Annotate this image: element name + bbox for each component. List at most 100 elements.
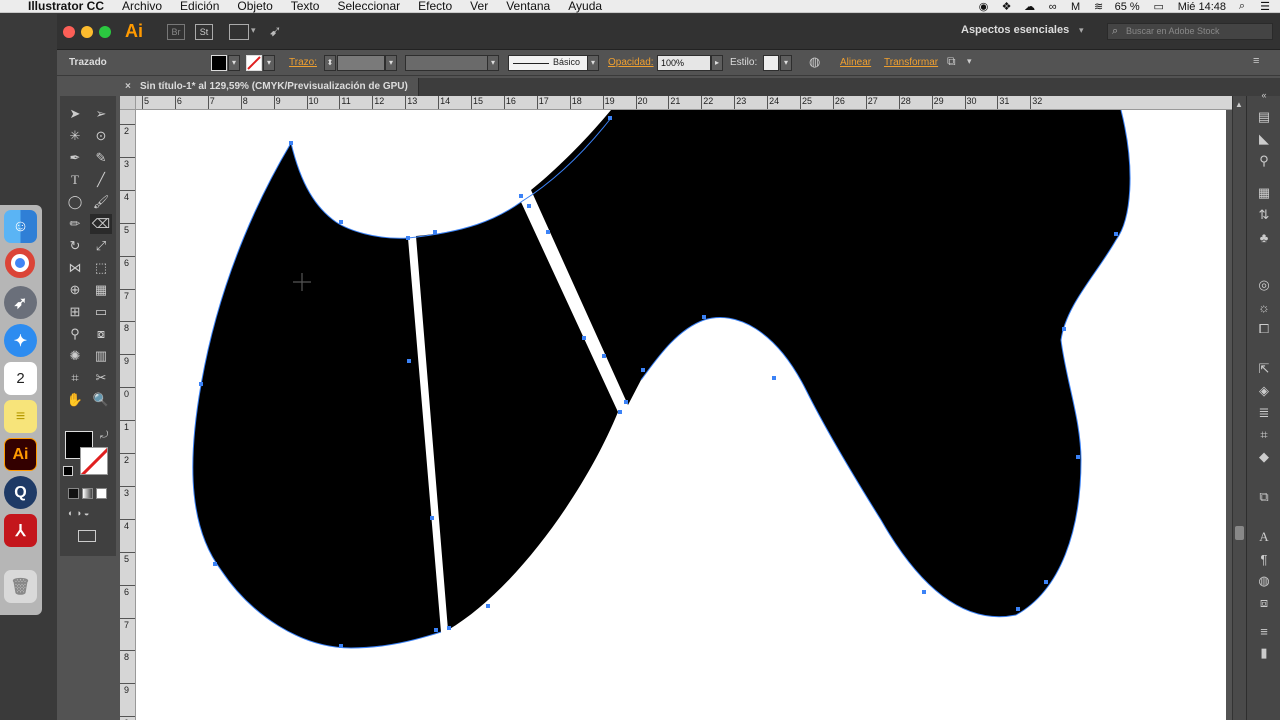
brush-dropdown[interactable]: ▾: [587, 55, 599, 71]
variable-width-profile[interactable]: [405, 55, 499, 71]
symbol-sprayer-icon[interactable]: ✺: [64, 346, 86, 366]
safari-icon[interactable]: ✦: [4, 324, 37, 357]
opentype-icon[interactable]: ◍: [1255, 572, 1273, 590]
lasso-icon[interactable]: ⊙: [90, 126, 112, 146]
recolor-artwork-icon[interactable]: ◍: [809, 54, 820, 70]
minimize-window-button[interactable]: [81, 26, 93, 38]
calendar-icon[interactable]: 2: [4, 362, 37, 395]
slice-tool-icon[interactable]: ✂: [90, 368, 112, 388]
stock-button[interactable]: St: [195, 24, 213, 40]
scroll-thumb[interactable]: [1235, 526, 1244, 540]
chrome-icon[interactable]: [5, 248, 35, 278]
swap-colors-icon[interactable]: ⤾: [100, 430, 108, 441]
fill-swatch[interactable]: [211, 55, 227, 71]
style-swatch[interactable]: [763, 55, 779, 71]
creative-cloud-icon[interactable]: ∞: [1046, 1, 1060, 13]
gradient-tool-icon[interactable]: ▭: [90, 302, 112, 322]
type-tool-icon[interactable]: T: [64, 170, 86, 190]
battery-icon[interactable]: ▭: [1149, 1, 1169, 13]
curvature-tool-icon[interactable]: ✎: [90, 148, 112, 168]
clock[interactable]: Mié 14:48: [1178, 1, 1226, 13]
menu-illustrator[interactable]: Illustrator CC: [18, 0, 113, 13]
club-icon[interactable]: ♣: [1255, 228, 1273, 246]
width-profile-dropdown[interactable]: ▾: [487, 55, 499, 71]
battery-percent[interactable]: 65 %: [1115, 1, 1140, 13]
vertical-ruler[interactable]: 2345678901234567890: [120, 110, 136, 720]
align-link[interactable]: Alinear: [840, 55, 871, 71]
scroll-up-icon[interactable]: ▲: [1235, 100, 1243, 109]
vertical-scrollbar[interactable]: ▲: [1232, 96, 1246, 720]
width-tool-icon[interactable]: ⋈: [64, 258, 86, 278]
layers-icon[interactable]: ◆: [1255, 448, 1273, 466]
menu-edicion[interactable]: Edición: [171, 0, 228, 13]
cloud-icon[interactable]: ☁: [1023, 1, 1037, 13]
dropbox-icon[interactable]: ❖: [1000, 1, 1014, 13]
stroke-panel-icon[interactable]: ◎: [1255, 276, 1273, 294]
hand-tool-icon[interactable]: ✋: [64, 390, 86, 410]
menu-seleccionar[interactable]: Seleccionar: [328, 0, 409, 13]
mail-icon[interactable]: M: [1069, 1, 1083, 13]
workspace-switcher[interactable]: Aspectos esenciales: [961, 24, 1069, 36]
zoom-navigator-icon[interactable]: ⚲: [1255, 152, 1273, 170]
default-colors-icon[interactable]: [63, 466, 73, 476]
screen-mode-icon[interactable]: [78, 530, 96, 542]
collapse-panels-icon[interactable]: «: [1255, 86, 1273, 104]
rotate-tool-icon[interactable]: ↻: [64, 236, 86, 256]
feather-icon[interactable]: ➹: [269, 22, 282, 40]
close-window-button[interactable]: [63, 26, 75, 38]
acrobat-icon[interactable]: ⅄: [4, 514, 37, 547]
eyedropper-icon[interactable]: ⚲: [64, 324, 86, 344]
character-icon[interactable]: A: [1255, 528, 1273, 546]
workspace-chevron-icon[interactable]: ▾: [1079, 25, 1084, 36]
stock-search-field[interactable]: ⌕ Buscar en Adobe Stock: [1107, 23, 1273, 40]
symbols-icon[interactable]: ⇅: [1255, 206, 1273, 224]
eraser-tool-icon[interactable]: ⌫: [90, 214, 112, 234]
opacity-label[interactable]: Opacidad:: [608, 55, 654, 71]
color-mode-icon[interactable]: [68, 488, 79, 499]
pathfinder-icon[interactable]: ⧈: [1255, 594, 1273, 612]
selection-tool-icon[interactable]: ➤: [64, 104, 86, 124]
shape-builder-icon[interactable]: ⊕: [64, 280, 86, 300]
panel-menu-icon[interactable]: ≡: [1253, 55, 1259, 67]
appearance-icon[interactable]: ◈: [1255, 382, 1273, 400]
menu-texto[interactable]: Texto: [282, 0, 329, 13]
bridge-button[interactable]: Br: [167, 24, 185, 40]
menu-efecto[interactable]: Efecto: [409, 0, 461, 13]
paintbrush-icon[interactable]: 🖌: [90, 192, 112, 212]
ellipse-tool-icon[interactable]: ◯: [64, 192, 86, 212]
launchpad-icon[interactable]: ➶: [4, 286, 37, 319]
stroke-color-box[interactable]: [80, 447, 108, 475]
transform-panel-icon[interactable]: ⌗: [1255, 426, 1273, 444]
direct-selection-tool-icon[interactable]: ➢: [90, 104, 112, 124]
style-dropdown[interactable]: ▾: [780, 55, 792, 71]
stroke-weight-field[interactable]: [337, 55, 385, 71]
menu-archivo[interactable]: Archivo: [113, 0, 171, 13]
trash-icon[interactable]: 🗑: [4, 570, 37, 603]
menu-ver[interactable]: Ver: [461, 0, 497, 13]
stroke-dropdown[interactable]: ▾: [263, 55, 275, 71]
free-transform-icon[interactable]: ⬚: [90, 258, 112, 278]
column-graph-icon[interactable]: ▥: [90, 346, 112, 366]
libraries-icon[interactable]: ◣: [1255, 130, 1273, 148]
close-tab-icon[interactable]: ×: [125, 78, 131, 96]
line-tool-icon[interactable]: ╱: [90, 170, 112, 190]
properties-icon[interactable]: ▤: [1255, 108, 1273, 126]
blend-tool-icon[interactable]: ⧇: [90, 324, 112, 344]
pencil-tool-icon[interactable]: ✏: [64, 214, 86, 234]
chevron-down-icon[interactable]: ▾: [251, 25, 256, 36]
stroke-weight-dropdown[interactable]: ▾: [385, 55, 397, 71]
stroke-weight-label[interactable]: Trazo:: [289, 55, 317, 71]
arrange-documents-icon[interactable]: [229, 24, 249, 40]
record-icon[interactable]: ◉: [977, 1, 991, 13]
notes-icon[interactable]: ≡: [4, 400, 37, 433]
notification-center-icon[interactable]: ☰: [1258, 1, 1272, 13]
none-mode-icon[interactable]: [96, 488, 107, 499]
zoom-window-button[interactable]: [99, 26, 111, 38]
paragraph-icon[interactable]: ¶: [1255, 550, 1273, 568]
mesh-tool-icon[interactable]: ⊞: [64, 302, 86, 322]
perspective-grid-icon[interactable]: ▦: [90, 280, 112, 300]
export-icon[interactable]: ⇱: [1255, 360, 1273, 378]
artboard-tool-icon[interactable]: ⌗: [64, 368, 86, 388]
wifi-icon[interactable]: ≋: [1092, 1, 1106, 13]
stroke-weight-stepper[interactable]: ⬍: [324, 55, 336, 71]
